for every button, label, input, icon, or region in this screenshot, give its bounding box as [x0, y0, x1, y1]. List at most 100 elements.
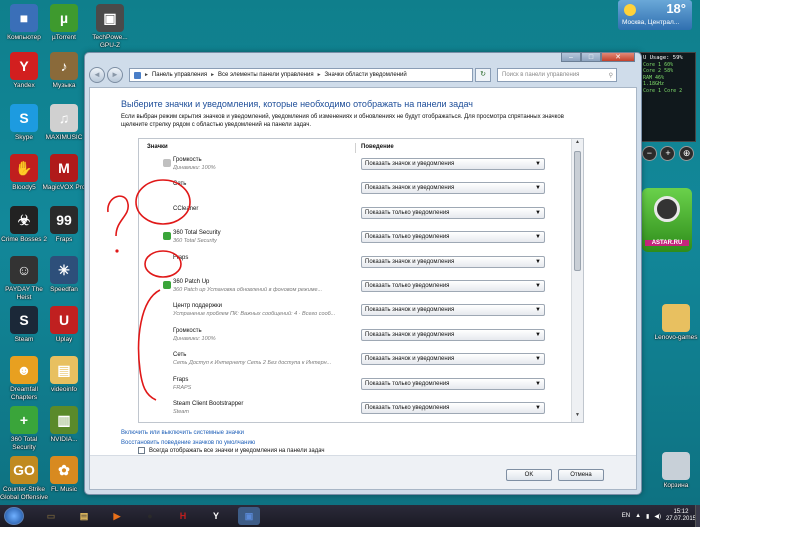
- behavior-dropdown[interactable]: Показать только уведомления ▼: [361, 280, 545, 292]
- taskbar-app-button[interactable]: ▤: [73, 507, 95, 525]
- taskbar-app-button[interactable]: H: [172, 507, 194, 525]
- app-icon: ▥: [50, 406, 78, 434]
- notification-icons-list: Значки Поведение Громкость Динамики: 100%…: [138, 138, 584, 423]
- search-input[interactable]: Поиск в панели управления ⚲: [497, 68, 617, 82]
- behavior-value: Показать только уведомления: [365, 234, 450, 241]
- behavior-value: Показать значок и уведомления: [365, 331, 455, 338]
- desktop-icon[interactable]: ✳ Speedfan: [40, 256, 88, 294]
- desktop-icon[interactable]: Корзина: [652, 452, 700, 490]
- tray-arrow-icon[interactable]: ▲: [635, 513, 641, 519]
- behavior-dropdown[interactable]: Показать значок и уведомления ▼: [361, 255, 545, 268]
- desktop-icon[interactable]: ▣ TechPowe... GPU-Z: [86, 4, 134, 50]
- back-button[interactable]: ◄: [89, 67, 105, 83]
- dropdown-arrow-icon: ▼: [535, 283, 541, 289]
- desktop-icon[interactable]: ▤ videoinfo: [40, 356, 88, 394]
- ok-button[interactable]: OK: [506, 469, 552, 481]
- language-indicator[interactable]: EN: [622, 513, 630, 519]
- close-button[interactable]: ✕: [601, 52, 635, 62]
- behavior-dropdown[interactable]: Показать значок и уведомления ▼: [361, 304, 545, 317]
- restore-default-link[interactable]: Восстановить поведение значков по умолча…: [121, 440, 255, 446]
- behavior-value: Показать значок и уведомления: [365, 185, 455, 192]
- scroll-up-icon[interactable]: ▲: [572, 139, 583, 149]
- behavior-dropdown[interactable]: Показать только уведомления ▼: [361, 402, 545, 414]
- taskbar-app-button[interactable]: ▶: [106, 507, 128, 525]
- list-item-name: Громкость: [173, 157, 202, 163]
- desktop-icon[interactable]: Lenovo-games: [652, 304, 700, 342]
- cancel-button[interactable]: Отмена: [558, 469, 604, 481]
- app-icon: U: [50, 306, 78, 334]
- list-item: 360 Patch Up 360 Patch up Установка обнов…: [139, 277, 571, 299]
- desktop-icon[interactable]: µ µTorrent: [40, 4, 88, 42]
- system-icons-link[interactable]: Включить или выключить системные значки: [121, 430, 244, 436]
- desktop-icon[interactable]: ♪ Музыка: [40, 52, 88, 90]
- system-tray: EN ▲ ▮ ◀) 15:12 27.07.2015: [622, 507, 696, 525]
- app-icon: ✳: [50, 256, 78, 284]
- cpu-usage-gadget[interactable]: U Usage: 59% Core 1 60% Core 2 58% RAM 4…: [640, 52, 696, 142]
- show-desktop-button[interactable]: [695, 505, 700, 527]
- behavior-value: Показать только уведомления: [365, 209, 450, 216]
- list-item-subtitle: Сеть Доступ к Интернету Сеть 2 Без досту…: [173, 360, 332, 367]
- behavior-dropdown[interactable]: Показать только уведомления ▼: [361, 377, 545, 390]
- gadget-minus-button[interactable]: −: [641, 146, 657, 161]
- clock-time: 15:12: [673, 509, 689, 515]
- desktop-icon[interactable]: ♫ MAXIMUSIC: [40, 104, 88, 142]
- control-panel-window: – □ ✕ ◄ ► ► Панель управления ► Все элем…: [84, 52, 642, 495]
- list-item-name: Fraps: [173, 254, 189, 261]
- folder-icon: [662, 304, 690, 332]
- refresh-button[interactable]: ↻: [475, 68, 491, 82]
- taskbar-app-button[interactable]: Y: [205, 507, 227, 525]
- taskbar-app-button[interactable]: ▣: [238, 507, 260, 525]
- content-pane: Выберите значки и уведомления, которые н…: [89, 87, 637, 490]
- breadcrumb-item[interactable]: Панель управления: [152, 72, 207, 78]
- window-controls: – □ ✕: [561, 52, 635, 62]
- behavior-dropdown[interactable]: Показать только уведомления ▼: [361, 206, 545, 219]
- start-button[interactable]: [4, 507, 24, 525]
- behavior-dropdown[interactable]: Показать значок и уведомления ▼: [361, 158, 545, 170]
- app-icon: ✿: [50, 456, 78, 484]
- desktop-icon-label: TechPowe... GPU-Z: [92, 34, 128, 49]
- list-item-subtitle: Устранение проблем ПК: Важных сообщений:…: [173, 311, 336, 318]
- desktop-icon[interactable]: ▥ NVIDIA...: [40, 406, 88, 444]
- list-item-subtitle: FRAPS: [173, 384, 192, 391]
- behavior-dropdown[interactable]: Показать значок и уведомления ▼: [361, 182, 545, 195]
- minimize-button[interactable]: –: [561, 52, 581, 62]
- taskbar-app-button[interactable]: ●: [139, 507, 161, 525]
- desktop-icon-label: MAXIMUSIC: [45, 134, 83, 141]
- desktop-icon-label: Музыка: [52, 82, 76, 89]
- clock[interactable]: 15:12 27.07.2015: [666, 509, 696, 523]
- list-item: Сеть Показать значок и уведомления ▼: [139, 179, 571, 201]
- network-icon[interactable]: ▮: [646, 513, 649, 520]
- gadget-options-button[interactable]: ⊕: [679, 146, 695, 161]
- breadcrumb-item[interactable]: Все элементы панели управления: [218, 72, 314, 78]
- address-bar[interactable]: ► Панель управления ► Все элементы панел…: [129, 68, 473, 82]
- app-tray-icon: [163, 159, 171, 167]
- list-item-name: 360 Patch Up: [173, 279, 210, 285]
- volume-icon[interactable]: ◀): [654, 513, 661, 520]
- list-item: Fraps FRAPS Показать только уведомления ▼: [139, 375, 571, 397]
- desktop-icon[interactable]: ✿ FL Music: [40, 456, 88, 494]
- list-scrollbar[interactable]: ▲ ▼: [571, 139, 583, 422]
- scrollbar-thumb[interactable]: [574, 151, 581, 271]
- list-item: Steam Client Bootstrapper Steam Показать т…: [139, 399, 571, 421]
- taskbar-app-button[interactable]: ▭: [40, 507, 62, 525]
- breadcrumb-item[interactable]: Значки области уведомлений: [325, 72, 407, 78]
- list-item-subtitle: Динамики: 100%: [173, 335, 216, 342]
- behavior-dropdown[interactable]: Показать только уведомления ▼: [361, 231, 545, 244]
- maximize-button[interactable]: □: [581, 52, 601, 62]
- astar-gadget[interactable]: ASTAR.RU: [642, 188, 692, 252]
- behavior-dropdown[interactable]: Показать значок и уведомления ▼: [361, 328, 545, 341]
- dropdown-arrow-icon: ▼: [535, 258, 541, 265]
- weather-gadget[interactable]: 18° Москва, Централ...: [618, 0, 692, 30]
- always-show-option[interactable]: Всегда отображать все значки и уведомлен…: [138, 447, 325, 454]
- always-show-checkbox[interactable]: [138, 447, 145, 454]
- forward-button[interactable]: ►: [107, 67, 123, 83]
- desktop-icon[interactable]: 99 Fraps: [40, 206, 88, 244]
- dropdown-arrow-icon: ▼: [535, 380, 541, 387]
- desktop-icon[interactable]: U Uplay: [40, 306, 88, 344]
- desktop-icon-label: MagicVOX Pro: [42, 184, 86, 191]
- gadget-plus-button[interactable]: +: [660, 146, 676, 161]
- scroll-down-icon[interactable]: ▼: [572, 412, 583, 422]
- desktop-icon[interactable]: M MagicVOX Pro: [40, 154, 88, 192]
- behavior-dropdown[interactable]: Показать значок и уведомления ▼: [361, 353, 545, 366]
- title-bar[interactable]: – □ ✕: [85, 52, 641, 65]
